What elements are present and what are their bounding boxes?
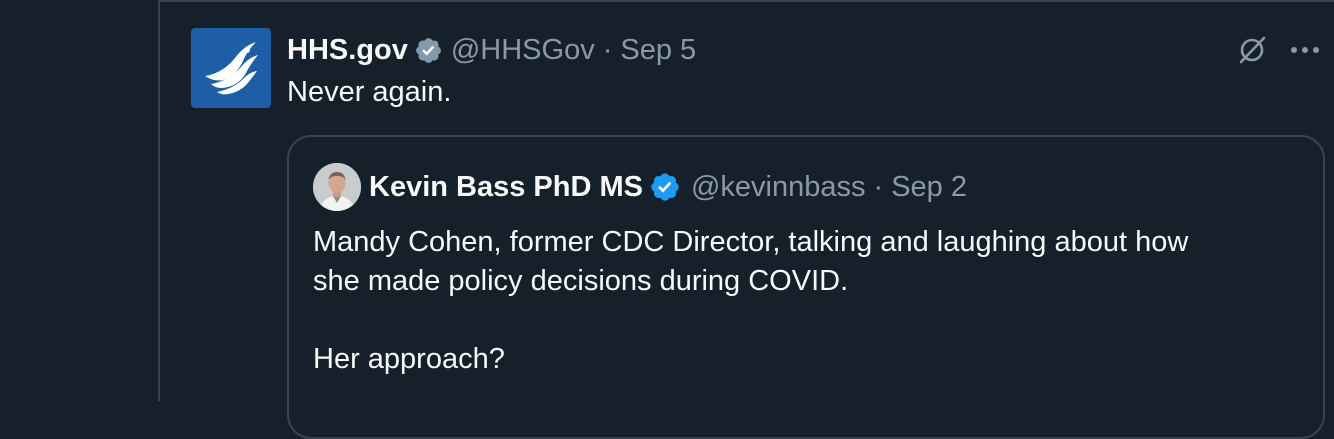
- grok-button[interactable]: [1232, 32, 1272, 68]
- gray-verified-badge-icon[interactable]: [414, 36, 443, 65]
- quoted-author-name[interactable]: Kevin Bass PhD MS: [369, 171, 643, 204]
- more-options-button[interactable]: [1284, 32, 1326, 68]
- hhs-eagle-logo-icon: [205, 42, 258, 95]
- quoted-tweet-header: Kevin Bass PhD MS @kevinnbass · Sep 2: [313, 163, 967, 211]
- quoted-tweet-text: Mandy Cohen, former CDC Director, talkin…: [313, 223, 1303, 379]
- quoted-tweet[interactable]: Kevin Bass PhD MS @kevinnbass · Sep 2 Ma…: [287, 135, 1325, 439]
- left-gutter: [0, 0, 158, 401]
- quoted-author-avatar[interactable]: [313, 163, 361, 211]
- tweet[interactable]: HHS.gov @HHSGov · Sep 5 Never again. Kev…: [160, 2, 1334, 439]
- quoted-tweet-date[interactable]: Sep 2: [891, 171, 967, 204]
- author-name[interactable]: HHS.gov: [287, 34, 408, 67]
- quoted-separator-dot: ·: [873, 170, 884, 203]
- quoted-text-line: Mandy Cohen, former CDC Director, talkin…: [313, 226, 1189, 258]
- tweet-date[interactable]: Sep 5: [620, 34, 696, 67]
- person-photo-icon: [313, 163, 361, 211]
- blue-verified-badge-icon[interactable]: [649, 171, 681, 203]
- more-options-icon: [1291, 47, 1319, 53]
- tweet-header: HHS.gov @HHSGov · Sep 5: [287, 31, 696, 69]
- quoted-text-line: she made policy decisions during COVID.: [313, 265, 849, 297]
- separator-dot: ·: [602, 33, 613, 66]
- grok-icon: [1239, 36, 1266, 64]
- tweet-text: Never again.: [287, 76, 452, 108]
- author-handle[interactable]: @HHSGov: [451, 34, 595, 67]
- quoted-author-handle[interactable]: @kevinnbass: [691, 171, 866, 204]
- hhs-avatar[interactable]: [191, 28, 271, 108]
- quoted-text-line: Her approach?: [313, 343, 505, 375]
